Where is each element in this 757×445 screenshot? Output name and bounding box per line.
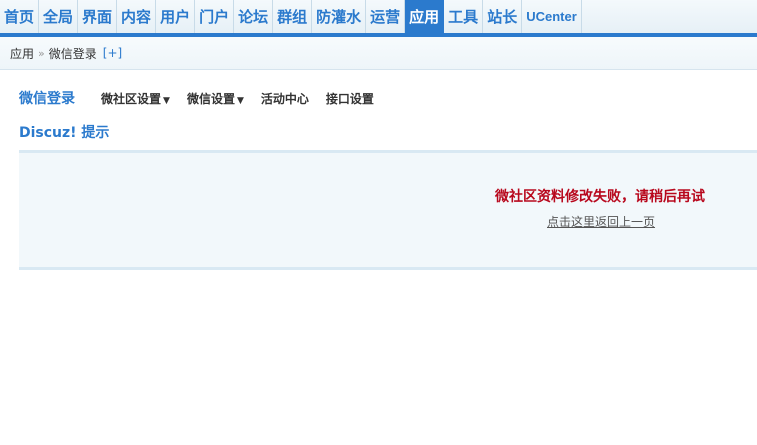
breadcrumb-root[interactable]: 应用 — [10, 45, 34, 62]
add-shortcut-button[interactable]: [+] — [103, 46, 122, 60]
nav-item-operations[interactable]: 运营 — [366, 0, 406, 33]
nav-item-antispam[interactable]: 防灌水 — [312, 0, 367, 33]
error-message: 微社区资料修改失败，请稍后再试 — [495, 189, 705, 205]
tab-api-settings[interactable]: 接口设置 — [326, 90, 374, 107]
nav-item-groups[interactable]: 群组 — [273, 0, 313, 33]
chevron-down-icon: ▼ — [163, 95, 170, 106]
nav-item-tools[interactable]: 工具 — [444, 0, 484, 33]
breadcrumb-separator: » — [38, 46, 45, 60]
nav-item-home[interactable]: 首页 — [0, 0, 40, 33]
nav-item-global[interactable]: 全局 — [39, 0, 79, 33]
nav-item-webmaster[interactable]: 站长 — [483, 0, 523, 33]
tab-activity-center[interactable]: 活动中心 — [261, 90, 309, 107]
tab-community-settings[interactable]: 微社区设置 ▼ — [101, 90, 170, 107]
breadcrumb-current: 微信登录 — [48, 46, 97, 61]
tab-wechat-settings-label: 微信设置 — [186, 91, 235, 106]
top-navigation: 首页 全局 界面 内容 用户 门户 论坛 群组 防灌水 运营 应用 工具 站长 … — [0, 0, 757, 33]
breadcrumb: 应用 » 微信登录 [+] — [0, 37, 757, 70]
sub-navigation: 微信登录 微社区设置 ▼ 微信设置 ▼ 活动中心 接口设置 — [19, 86, 391, 110]
page-title: Discuz! 提示 — [19, 125, 110, 141]
nav-item-interface[interactable]: 界面 — [78, 0, 118, 33]
nav-item-forum[interactable]: 论坛 — [234, 0, 274, 33]
tab-wechat-settings[interactable]: 微信设置 ▼ — [187, 90, 244, 107]
message-panel: 微社区资料修改失败，请稍后再试 点击这里返回上一页 — [19, 150, 757, 270]
tab-community-settings-label: 微社区设置 — [101, 91, 162, 106]
nav-item-ucenter[interactable]: UCenter — [522, 0, 582, 33]
back-link[interactable]: 点击这里返回上一页 — [547, 213, 655, 230]
nav-item-apps[interactable]: 应用 — [405, 0, 445, 33]
plugin-title: 微信登录 — [19, 91, 75, 107]
chevron-down-icon: ▼ — [236, 95, 244, 106]
nav-item-users[interactable]: 用户 — [156, 0, 196, 33]
nav-item-content[interactable]: 内容 — [117, 0, 157, 33]
nav-item-portal[interactable]: 门户 — [195, 0, 235, 33]
